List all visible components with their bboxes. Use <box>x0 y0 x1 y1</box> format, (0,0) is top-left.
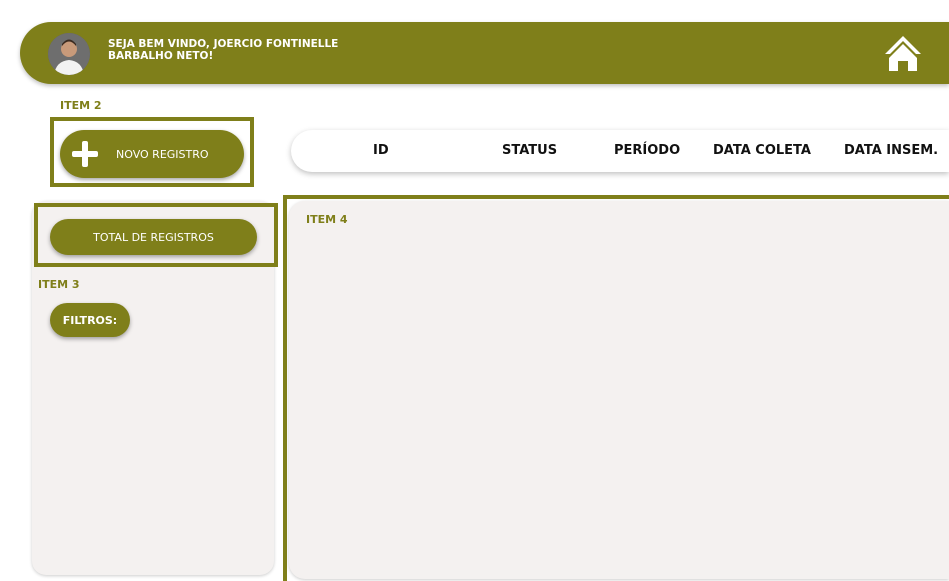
table-header: ID STATUS PERÍODO DATA COLETA DATA INSEM… <box>291 130 949 172</box>
welcome-line-2: BARBALHO NETO! <box>108 50 214 62</box>
item4-label: ITEM 4 <box>306 213 348 226</box>
welcome-message: SEJA BEM VINDO, JOERCIO FONTINELLE BARBA… <box>108 38 408 62</box>
total-records-label: TOTAL DE REGISTROS <box>93 230 214 244</box>
home-icon[interactable] <box>883 33 923 73</box>
item2-label: ITEM 2 <box>60 99 102 112</box>
filters-button[interactable]: FILTROS: <box>50 303 130 337</box>
plus-icon <box>70 139 100 169</box>
column-data-insem[interactable]: DATA INSEM. <box>844 143 938 158</box>
total-records-button[interactable]: TOTAL DE REGISTROS <box>50 219 257 255</box>
column-data-coleta[interactable]: DATA COLETA <box>713 143 811 158</box>
item3-label: ITEM 3 <box>38 278 80 291</box>
column-periodo[interactable]: PERÍODO <box>614 143 680 158</box>
main-panel <box>289 201 949 579</box>
header-bar: SEJA BEM VINDO, JOERCIO FONTINELLE BARBA… <box>20 22 949 84</box>
new-record-label: NOVO REGISTRO <box>116 147 209 161</box>
user-photo <box>48 33 90 75</box>
column-id[interactable]: ID <box>373 143 389 158</box>
avatar[interactable] <box>48 33 90 75</box>
new-record-button[interactable]: NOVO REGISTRO <box>60 130 244 178</box>
welcome-line-1: SEJA BEM VINDO, JOERCIO FONTINELLE <box>108 38 339 50</box>
filters-label: FILTROS: <box>62 313 118 327</box>
column-status[interactable]: STATUS <box>502 143 557 158</box>
